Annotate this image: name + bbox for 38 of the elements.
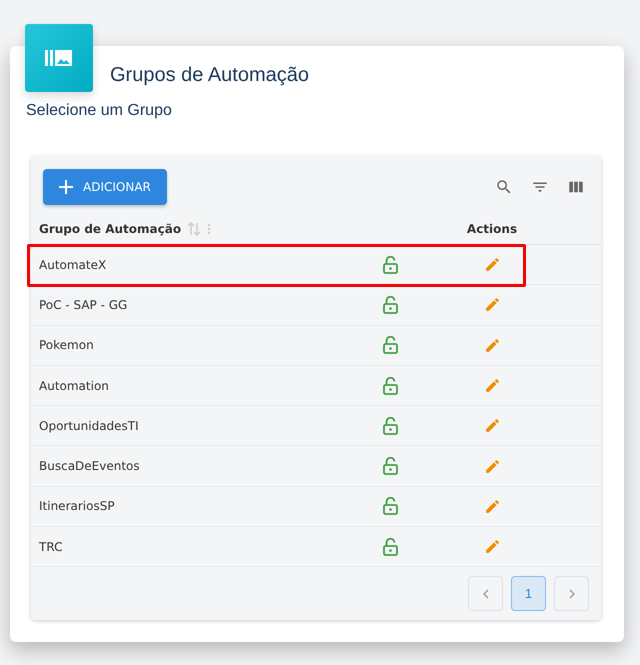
table-cell: Automation — [39, 378, 109, 393]
search-icon[interactable] — [495, 178, 513, 196]
page-subtitle: Selecione um Grupo — [26, 102, 173, 120]
pencil-icon[interactable] — [484, 256, 500, 274]
lock-icon[interactable] — [382, 416, 398, 435]
lock-icon[interactable] — [382, 457, 398, 476]
table-cell: TRC — [39, 540, 62, 554]
lock-icon[interactable] — [382, 256, 398, 274]
pencil-icon[interactable] — [484, 296, 500, 314]
more-icon[interactable] — [207, 222, 212, 234]
page-title: Grupos de Automação — [110, 64, 310, 87]
pencil-icon[interactable] — [484, 498, 500, 515]
pencil-icon[interactable] — [484, 417, 500, 434]
column-header[interactable]: Grupo de Automação — [39, 222, 182, 236]
previous-page-button[interactable] — [468, 576, 503, 612]
plus-icon — [59, 180, 73, 194]
table-cell: ItinerariosSP — [39, 499, 115, 514]
pencil-icon[interactable] — [484, 538, 500, 556]
table-cell: BuscaDeEventos — [39, 459, 140, 474]
next-page-button[interactable] — [554, 576, 589, 612]
lock-icon[interactable] — [382, 296, 398, 314]
sort-icon[interactable] — [187, 220, 202, 236]
table-cell: AutomateX — [39, 258, 106, 272]
pencil-icon[interactable] — [484, 336, 500, 354]
lock-icon[interactable] — [382, 538, 398, 556]
table-cell: PoC - SAP - GG — [39, 298, 128, 312]
lock-icon[interactable] — [382, 497, 398, 516]
lock-icon[interactable] — [382, 336, 398, 354]
chevron-right-icon — [568, 588, 576, 599]
table-cell: OportunidadesTI — [39, 418, 139, 433]
table-cell: Pokemon — [39, 338, 94, 352]
chevron-left-icon — [482, 588, 490, 599]
page-button[interactable]: 1 — [511, 576, 546, 612]
pencil-icon[interactable] — [484, 377, 500, 394]
lock-icon[interactable] — [382, 376, 398, 395]
column-header: Actions — [466, 222, 518, 236]
add-button[interactable]: ADICIONAR — [43, 169, 167, 205]
pencil-icon[interactable] — [484, 458, 500, 475]
